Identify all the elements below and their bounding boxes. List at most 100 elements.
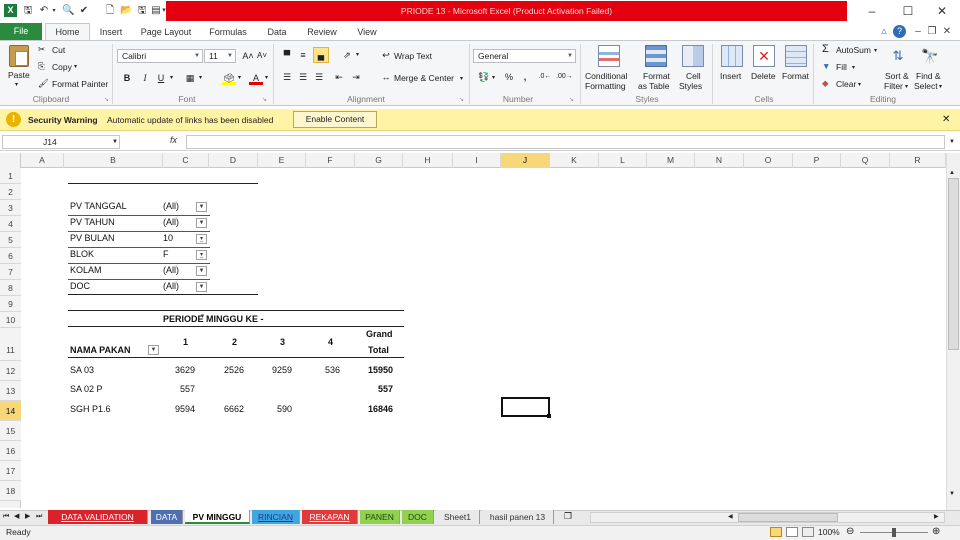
column-header[interactable]: N	[695, 153, 744, 168]
format-cells-button[interactable]: Format	[782, 71, 809, 82]
orientation-icon[interactable]: ⇗	[340, 48, 354, 62]
workbook-close-icon[interactable]: ✕	[940, 25, 954, 39]
alignment-launcher-icon[interactable]: ↘	[459, 95, 464, 106]
excel-logo-icon[interactable]: X	[4, 4, 17, 17]
increase-indent-icon[interactable]: ⇥	[349, 70, 363, 84]
fill-color-icon[interactable]: 🗳	[222, 71, 236, 85]
sheet-tab[interactable]: RINCIAN	[252, 510, 300, 524]
row-header[interactable]: 5	[0, 232, 21, 248]
column-header[interactable]: L	[599, 153, 647, 168]
scroll-left-icon[interactable]: ◀	[728, 512, 733, 523]
scroll-down-icon[interactable]: ▼	[949, 489, 955, 500]
tab-insert[interactable]: Insert	[94, 24, 128, 40]
tab-view[interactable]: View	[352, 24, 382, 40]
scroll-thumb[interactable]	[948, 178, 959, 350]
align-top-icon[interactable]: ▀	[280, 48, 294, 62]
row-header[interactable]: 3	[0, 200, 21, 216]
filter-dropdown-icon[interactable]: ▼	[196, 282, 207, 292]
fill-color-dropdown-icon[interactable]: ▾	[238, 73, 241, 84]
sheet-tab[interactable]: hasil panen 13	[482, 510, 554, 524]
column-header[interactable]: Q	[841, 153, 890, 168]
decrease-indent-icon[interactable]: ⇤	[332, 70, 346, 84]
page-layout-view-icon[interactable]	[786, 527, 798, 537]
sheet-tab[interactable]: DATA VALIDATION	[48, 510, 148, 524]
workbook-minimize-icon[interactable]: –	[911, 25, 925, 39]
fill-handle[interactable]	[547, 414, 551, 418]
expand-formula-bar-icon[interactable]: ▼	[949, 137, 955, 148]
sheet-tab[interactable]: DATA	[151, 510, 183, 524]
autosum-icon[interactable]: Σ	[822, 44, 829, 55]
close-icon[interactable]: ✕	[932, 3, 952, 19]
tab-data[interactable]: Data	[262, 24, 292, 40]
grow-font-icon[interactable]: A˄	[241, 49, 255, 63]
cell-styles-icon[interactable]	[682, 45, 704, 67]
percent-button[interactable]: %	[502, 70, 516, 84]
sheet-tab[interactable]: PANEN	[360, 510, 400, 524]
row-header[interactable]: 10	[0, 312, 21, 328]
align-center-icon[interactable]: ☰	[296, 70, 310, 84]
page-break-view-icon[interactable]	[802, 527, 814, 537]
column-header[interactable]: C	[163, 153, 209, 168]
filter-dropdown-icon[interactable]: ▼	[196, 266, 207, 276]
print-preview-icon[interactable]: 🔍	[62, 5, 74, 17]
tab-page-layout[interactable]: Page Layout	[138, 24, 194, 40]
column-header[interactable]: K	[550, 153, 599, 168]
merge-center-button[interactable]: Merge & Center	[394, 73, 454, 84]
align-right-icon[interactable]: ☰	[312, 70, 326, 84]
find-select-dropdown-icon[interactable]: ▾	[939, 82, 942, 93]
tab-home[interactable]: Home	[45, 24, 90, 40]
row-header[interactable]: 13	[0, 381, 21, 401]
fill-dropdown-icon[interactable]: ▾	[852, 63, 855, 74]
fill-icon[interactable]: ▼	[822, 61, 830, 72]
merge-dropdown-icon[interactable]: ▾	[460, 74, 463, 85]
wrap-text-button[interactable]: Wrap Text	[394, 51, 432, 62]
row-header[interactable]: 16	[0, 441, 21, 461]
sort-filter-button-line2[interactable]: Filter	[884, 81, 903, 92]
conditional-formatting-button-line2[interactable]: Formatting	[585, 81, 626, 92]
row-header[interactable]: 17	[0, 461, 21, 481]
font-name-combo[interactable]: Calibri ▼	[117, 49, 203, 63]
clear-dropdown-icon[interactable]: ▾	[858, 80, 861, 91]
name-box[interactable]: J14	[2, 135, 120, 149]
row-field-filter-button[interactable]: ▼	[148, 345, 159, 355]
scroll-right-icon[interactable]: ▶	[934, 512, 939, 523]
align-left-icon[interactable]: ☰	[280, 70, 294, 84]
sheet-tab[interactable]: PV MINGGU	[185, 510, 250, 524]
spelling-icon[interactable]: ✔	[78, 5, 90, 17]
row-header[interactable]: 9	[0, 296, 21, 312]
selected-cell[interactable]	[501, 397, 550, 417]
decrease-decimal-icon[interactable]: .00→	[556, 70, 573, 84]
accounting-format-icon[interactable]: 💱	[477, 70, 491, 84]
copy-button[interactable]: Copy	[52, 62, 72, 73]
sort-filter-dropdown-icon[interactable]: ▾	[905, 82, 908, 93]
zoom-level[interactable]: 100%	[818, 527, 840, 538]
row-header[interactable]: 4	[0, 216, 21, 232]
autosum-button[interactable]: AutoSum	[836, 45, 871, 56]
number-format-combo[interactable]: General ▼	[473, 49, 576, 63]
font-color-dropdown-icon[interactable]: ▾	[265, 73, 268, 84]
borders-icon[interactable]: ▦	[183, 71, 197, 85]
row-header[interactable]: 14	[0, 401, 21, 421]
sheet-tab[interactable]: DOC	[402, 510, 434, 524]
column-field-filter-button[interactable]: ▾	[197, 313, 208, 323]
font-size-combo[interactable]: 11 ▼	[204, 49, 236, 63]
insert-cells-icon[interactable]	[721, 45, 743, 67]
cell-styles-button-line2[interactable]: Styles	[679, 81, 702, 92]
increase-decimal-icon[interactable]: .0←	[538, 70, 552, 84]
select-all-button[interactable]	[0, 153, 21, 168]
fill-button[interactable]: Fill	[836, 62, 847, 73]
minimize-icon[interactable]: –	[862, 3, 882, 19]
column-header[interactable]: J	[501, 153, 550, 168]
column-header[interactable]: R	[890, 153, 946, 168]
row-header[interactable]: 1	[0, 168, 21, 184]
column-header[interactable]: O	[744, 153, 793, 168]
shrink-font-icon[interactable]: A˅	[255, 49, 269, 63]
sheet-tab[interactable]: Sheet1	[436, 510, 480, 524]
formula-input[interactable]	[186, 135, 945, 149]
row-header[interactable]: 11	[0, 328, 21, 361]
tab-review[interactable]: Review	[303, 24, 341, 40]
insert-cells-button[interactable]: Insert	[720, 71, 741, 82]
format-as-table-icon[interactable]	[645, 45, 667, 67]
help-icon[interactable]: ?	[893, 25, 906, 38]
column-header[interactable]: F	[306, 153, 355, 168]
